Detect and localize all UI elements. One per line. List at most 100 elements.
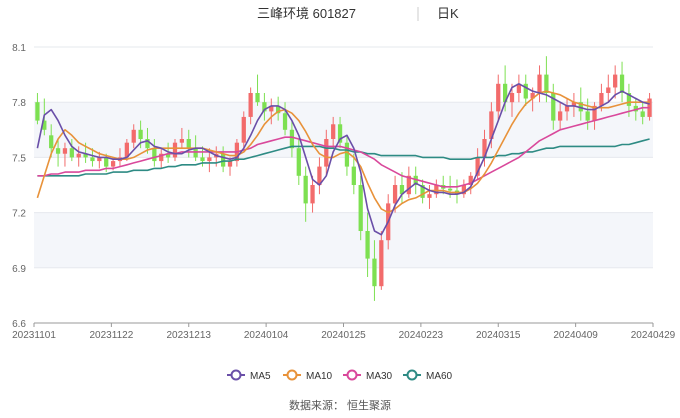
candle-body <box>351 166 356 185</box>
candle-body <box>55 148 61 154</box>
candle-body <box>599 93 604 106</box>
candle-body <box>227 161 233 167</box>
x-tick-label: 20240315 <box>476 330 521 341</box>
period-label: 日K <box>437 6 459 21</box>
candle-body <box>496 83 501 112</box>
candle <box>420 179 425 204</box>
candle-body <box>62 148 68 154</box>
candle-body <box>193 148 198 158</box>
candle-body <box>331 124 336 139</box>
candle-body <box>179 139 185 143</box>
chart-title: 三峰环境 601827 <box>257 6 356 21</box>
x-tick-label: 20240125 <box>321 330 366 341</box>
x-tick-label: 20240409 <box>553 330 598 341</box>
x-tick-label: 20231122 <box>90 330 134 341</box>
candlestick-chart: 三峰环境 601827 日K 6.6 6.9 7.2 7.5 7.8 8.1 202311… <box>12 6 676 412</box>
candle-body <box>640 111 645 117</box>
candle-body <box>509 93 515 103</box>
candle-body <box>138 129 143 139</box>
grid-band <box>34 212 653 268</box>
candle <box>317 157 322 195</box>
candle <box>255 74 260 106</box>
candle-body <box>255 93 260 103</box>
legend-marker <box>346 369 358 381</box>
candle-body <box>76 153 81 158</box>
candle-body <box>447 188 453 191</box>
y-tick-label: 7.5 <box>12 153 26 164</box>
y-tick-label: 8.1 <box>12 43 26 54</box>
legend-label: MA30 <box>366 371 393 382</box>
candle <box>516 74 522 103</box>
candle-body <box>537 74 542 93</box>
candle <box>241 111 246 149</box>
x-axis: 20231101 20231122 20231213 20240104 20240125… <box>12 322 676 341</box>
x-tick-label: 20240223 <box>399 330 444 341</box>
candle-body <box>372 258 377 287</box>
y-tick-label: 7.2 <box>12 209 26 220</box>
legend-label: MA10 <box>306 371 333 382</box>
candle-body <box>564 105 570 112</box>
legend-marker <box>230 369 242 381</box>
x-tick-label: 20231101 <box>12 330 56 341</box>
x-tick-label: 20240104 <box>244 330 289 341</box>
candle-body <box>282 113 288 130</box>
chart-container: 三峰环境 601827 日K 6.6 6.9 7.2 7.5 7.8 8.1 202311… <box>0 0 680 413</box>
candle-body <box>35 102 40 121</box>
source-note: 数据来源： 恒生聚源 <box>289 398 391 412</box>
legend-item: MA5 <box>227 369 271 382</box>
legend: MA5 MA10 MA30 MA60 <box>227 369 453 382</box>
candle-body <box>558 111 563 121</box>
y-tick-label: 6.6 <box>12 319 26 330</box>
candle-body <box>392 185 398 204</box>
candle-body <box>606 87 611 93</box>
candle-body <box>152 148 157 162</box>
candle-body <box>90 157 95 162</box>
candle-body <box>585 111 590 121</box>
candle-body <box>207 157 212 162</box>
candle-body <box>427 194 432 198</box>
candle-body <box>241 116 246 143</box>
candle-body <box>69 148 74 158</box>
legend-item: MA10 <box>283 369 333 382</box>
candle-body <box>619 74 625 93</box>
candle-body <box>303 175 308 204</box>
candle-body <box>324 139 329 167</box>
legend-label: MA60 <box>426 371 453 382</box>
legend-label: MA5 <box>250 371 271 382</box>
candle-body <box>110 161 116 167</box>
candle <box>35 93 40 125</box>
candle-body <box>544 74 549 93</box>
candle-body <box>310 185 315 204</box>
x-tick-label: 20231213 <box>167 330 212 341</box>
candle-body <box>296 148 301 176</box>
candle <box>454 179 460 204</box>
candle <box>647 93 652 121</box>
candle-body <box>104 157 109 167</box>
candle <box>358 175 363 241</box>
legend-item: MA60 <box>403 369 453 382</box>
candle-body <box>248 93 253 117</box>
candle <box>537 65 542 103</box>
y-tick-label: 7.8 <box>12 98 26 109</box>
x-tick-label: 20240429 <box>631 330 676 341</box>
chart-header: 三峰环境 601827 日K <box>257 6 459 21</box>
candle-body <box>49 135 54 149</box>
candle <box>406 166 411 198</box>
candle-body <box>186 139 191 149</box>
candle-body <box>379 240 384 287</box>
candle-body <box>289 129 295 149</box>
candle-body <box>358 185 363 231</box>
y-axis: 6.6 6.9 7.2 7.5 7.8 8.1 <box>12 43 26 330</box>
candle-body <box>365 231 370 259</box>
candle <box>606 74 611 103</box>
candle-body <box>131 129 136 143</box>
candle-body <box>344 142 350 167</box>
candle <box>234 139 240 167</box>
candle <box>523 74 528 106</box>
candle <box>461 179 466 198</box>
candle-body <box>200 157 205 162</box>
y-tick-label: 6.9 <box>12 264 26 275</box>
candle <box>434 179 439 198</box>
candle-body <box>172 142 178 158</box>
candle-body <box>221 153 226 167</box>
